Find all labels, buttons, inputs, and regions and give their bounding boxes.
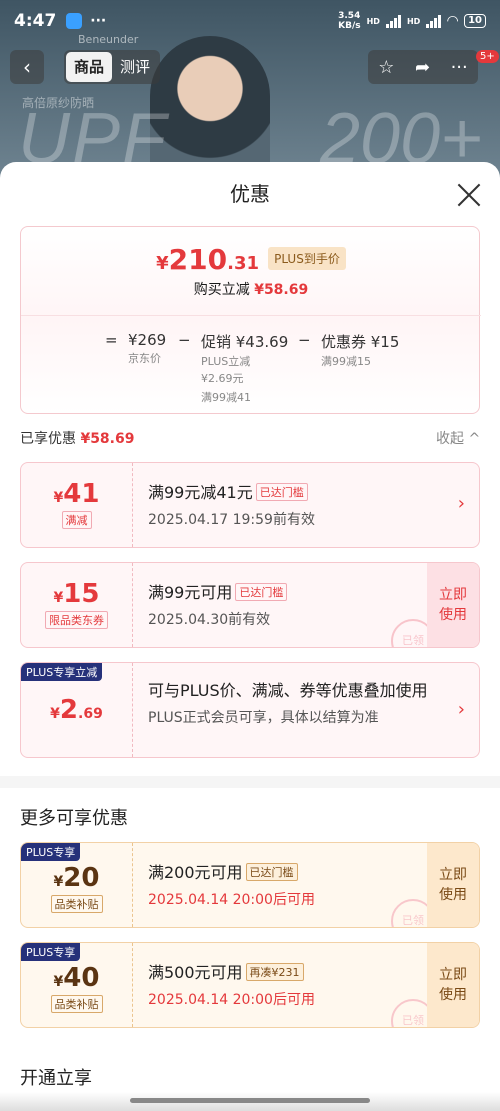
app-notification-icon (66, 13, 83, 29)
threshold-badge: 已达门槛 (245, 863, 298, 881)
share-icon[interactable]: ➦ (415, 57, 430, 78)
card-title: 满500元可用 再凑¥231 (148, 959, 428, 983)
tab-product[interactable]: 商品 (66, 52, 113, 82)
battery-icon: 10 (464, 14, 486, 28)
discount-card-coupon: ¥15 限品类东券 满99元可用 已达门槛 2025.04.30前有效 已领 立即… (20, 562, 480, 648)
use-now-button[interactable]: 立即 使用 (427, 943, 479, 1027)
card-title: 满200元可用 已达门槛 (148, 859, 428, 883)
more-card-20: PLUS专享 ¥20 品类补贴 满200元可用 已达门槛 2025.04.14 2… (20, 842, 480, 928)
card-title: 满99元减41元 已达门槛 (148, 479, 428, 503)
product-topbar: ‹ 商品 测评 ☆ ➦ ··· 5+ (0, 50, 500, 86)
reduce-line: 购买立减 ¥58.69 (193, 282, 309, 298)
plus-price-tag: PLUS到手价 (268, 247, 346, 270)
more-notifications-icon: ··· (90, 13, 107, 29)
formula-coupon: 优惠券 ¥15 满99减15 (321, 333, 400, 368)
final-price: ¥210.31 (156, 243, 260, 276)
card-desc: 2025.04.14 20:00后可用 (148, 992, 315, 1008)
card-desc: 2025.04.30前有效 (148, 612, 271, 628)
card-desc: 2025.04.17 19:59前有效 (148, 512, 315, 528)
discount-card-full-reduction[interactable]: ¥41 满减 满99元减41元 已达门槛 2025.04.17 19:59前有效 … (20, 462, 480, 548)
signal-icon-1 (385, 14, 401, 28)
more-icon[interactable]: ··· (451, 57, 468, 78)
card-type-tag: 限品类东券 (45, 611, 108, 629)
collapse-button[interactable]: 收起 ^ (436, 428, 480, 448)
chevron-left-icon: ‹ (23, 55, 31, 79)
formula-minus-2: − (298, 331, 311, 349)
threshold-badge: 已达门槛 (255, 483, 308, 501)
open-membership-title: 开通立享 (20, 1068, 92, 1089)
tab-review[interactable]: 测评 (112, 52, 158, 82)
divider (21, 315, 481, 316)
more-discounts-title: 更多可享优惠 (20, 808, 128, 829)
card-desc: 2025.04.14 20:00后可用 (148, 892, 315, 908)
threshold-badge: 再凑¥231 (245, 963, 304, 981)
card-amount: ¥40 (53, 963, 100, 993)
hd-label-2: HD (406, 16, 421, 26)
card-amount: ¥2.69 (50, 695, 103, 725)
card-type-tag: 品类补贴 (50, 995, 103, 1013)
discount-card-plus[interactable]: PLUS专享立减 ¥2.69 可与PLUS价、满减、券等优惠叠加使用 PLUS正… (20, 662, 480, 758)
action-group: ☆ ➦ ··· (368, 50, 478, 84)
product-tabs: 商品 测评 (64, 50, 161, 84)
hd-label-1: HD (366, 16, 380, 26)
card-type-tag: 品类补贴 (50, 895, 103, 913)
wifi-icon: ◠ (447, 13, 459, 29)
section-divider (0, 776, 500, 788)
card-title: 可与PLUS价、满减、券等优惠叠加使用 (148, 681, 428, 700)
price-summary: ¥210.31 PLUS到手价 购买立减 ¥58.69 = ¥269 京东价 − … (20, 226, 481, 414)
message-badge: 5+ (476, 50, 499, 63)
back-button[interactable]: ‹ (10, 50, 44, 84)
card-title: 满99元可用 已达门槛 (148, 579, 428, 603)
use-now-button[interactable]: 立即 使用 (427, 843, 479, 927)
card-amount: ¥41 (53, 479, 100, 509)
network-speed: 3.54 KB/s (338, 11, 361, 31)
status-time: 4:47 (14, 11, 57, 31)
use-now-button[interactable]: 立即 使用 (427, 563, 479, 647)
enjoyed-summary: 已享优惠 ¥58.69 (20, 431, 135, 447)
card-desc: PLUS正式会员可享，具体以结算为准 (148, 710, 379, 726)
chevron-right-icon[interactable]: › (458, 493, 465, 514)
card-amount: ¥15 (53, 579, 100, 609)
signal-icon-2 (426, 14, 442, 28)
formula-base: ¥269 京东价 (128, 331, 167, 365)
home-indicator[interactable] (0, 1092, 500, 1111)
formula-minus-1: − (178, 331, 191, 349)
discount-sheet: 优惠 ¥210.31 PLUS到手价 购买立减 ¥58.69 = ¥269 京东价… (0, 162, 500, 1111)
status-bar: 4:47 ··· 3.54 KB/s HD HD ◠ 10 (0, 0, 500, 42)
formula-eq: = (105, 331, 118, 349)
sheet-title: 优惠 (230, 182, 270, 206)
card-type-tag: 满减 (61, 511, 92, 529)
more-card-40: PLUS专享 ¥40 品类补贴 满500元可用 再凑¥231 2025.04.14… (20, 942, 480, 1028)
chevron-right-icon[interactable]: › (458, 699, 465, 720)
star-icon[interactable]: ☆ (378, 57, 394, 78)
card-amount: ¥20 (53, 863, 100, 893)
threshold-badge: 已达门槛 (235, 583, 288, 601)
formula-promo: 促销 ¥43.69 PLUS立减 ¥2.69元 满99减41 (201, 333, 289, 404)
close-icon[interactable] (456, 182, 482, 208)
